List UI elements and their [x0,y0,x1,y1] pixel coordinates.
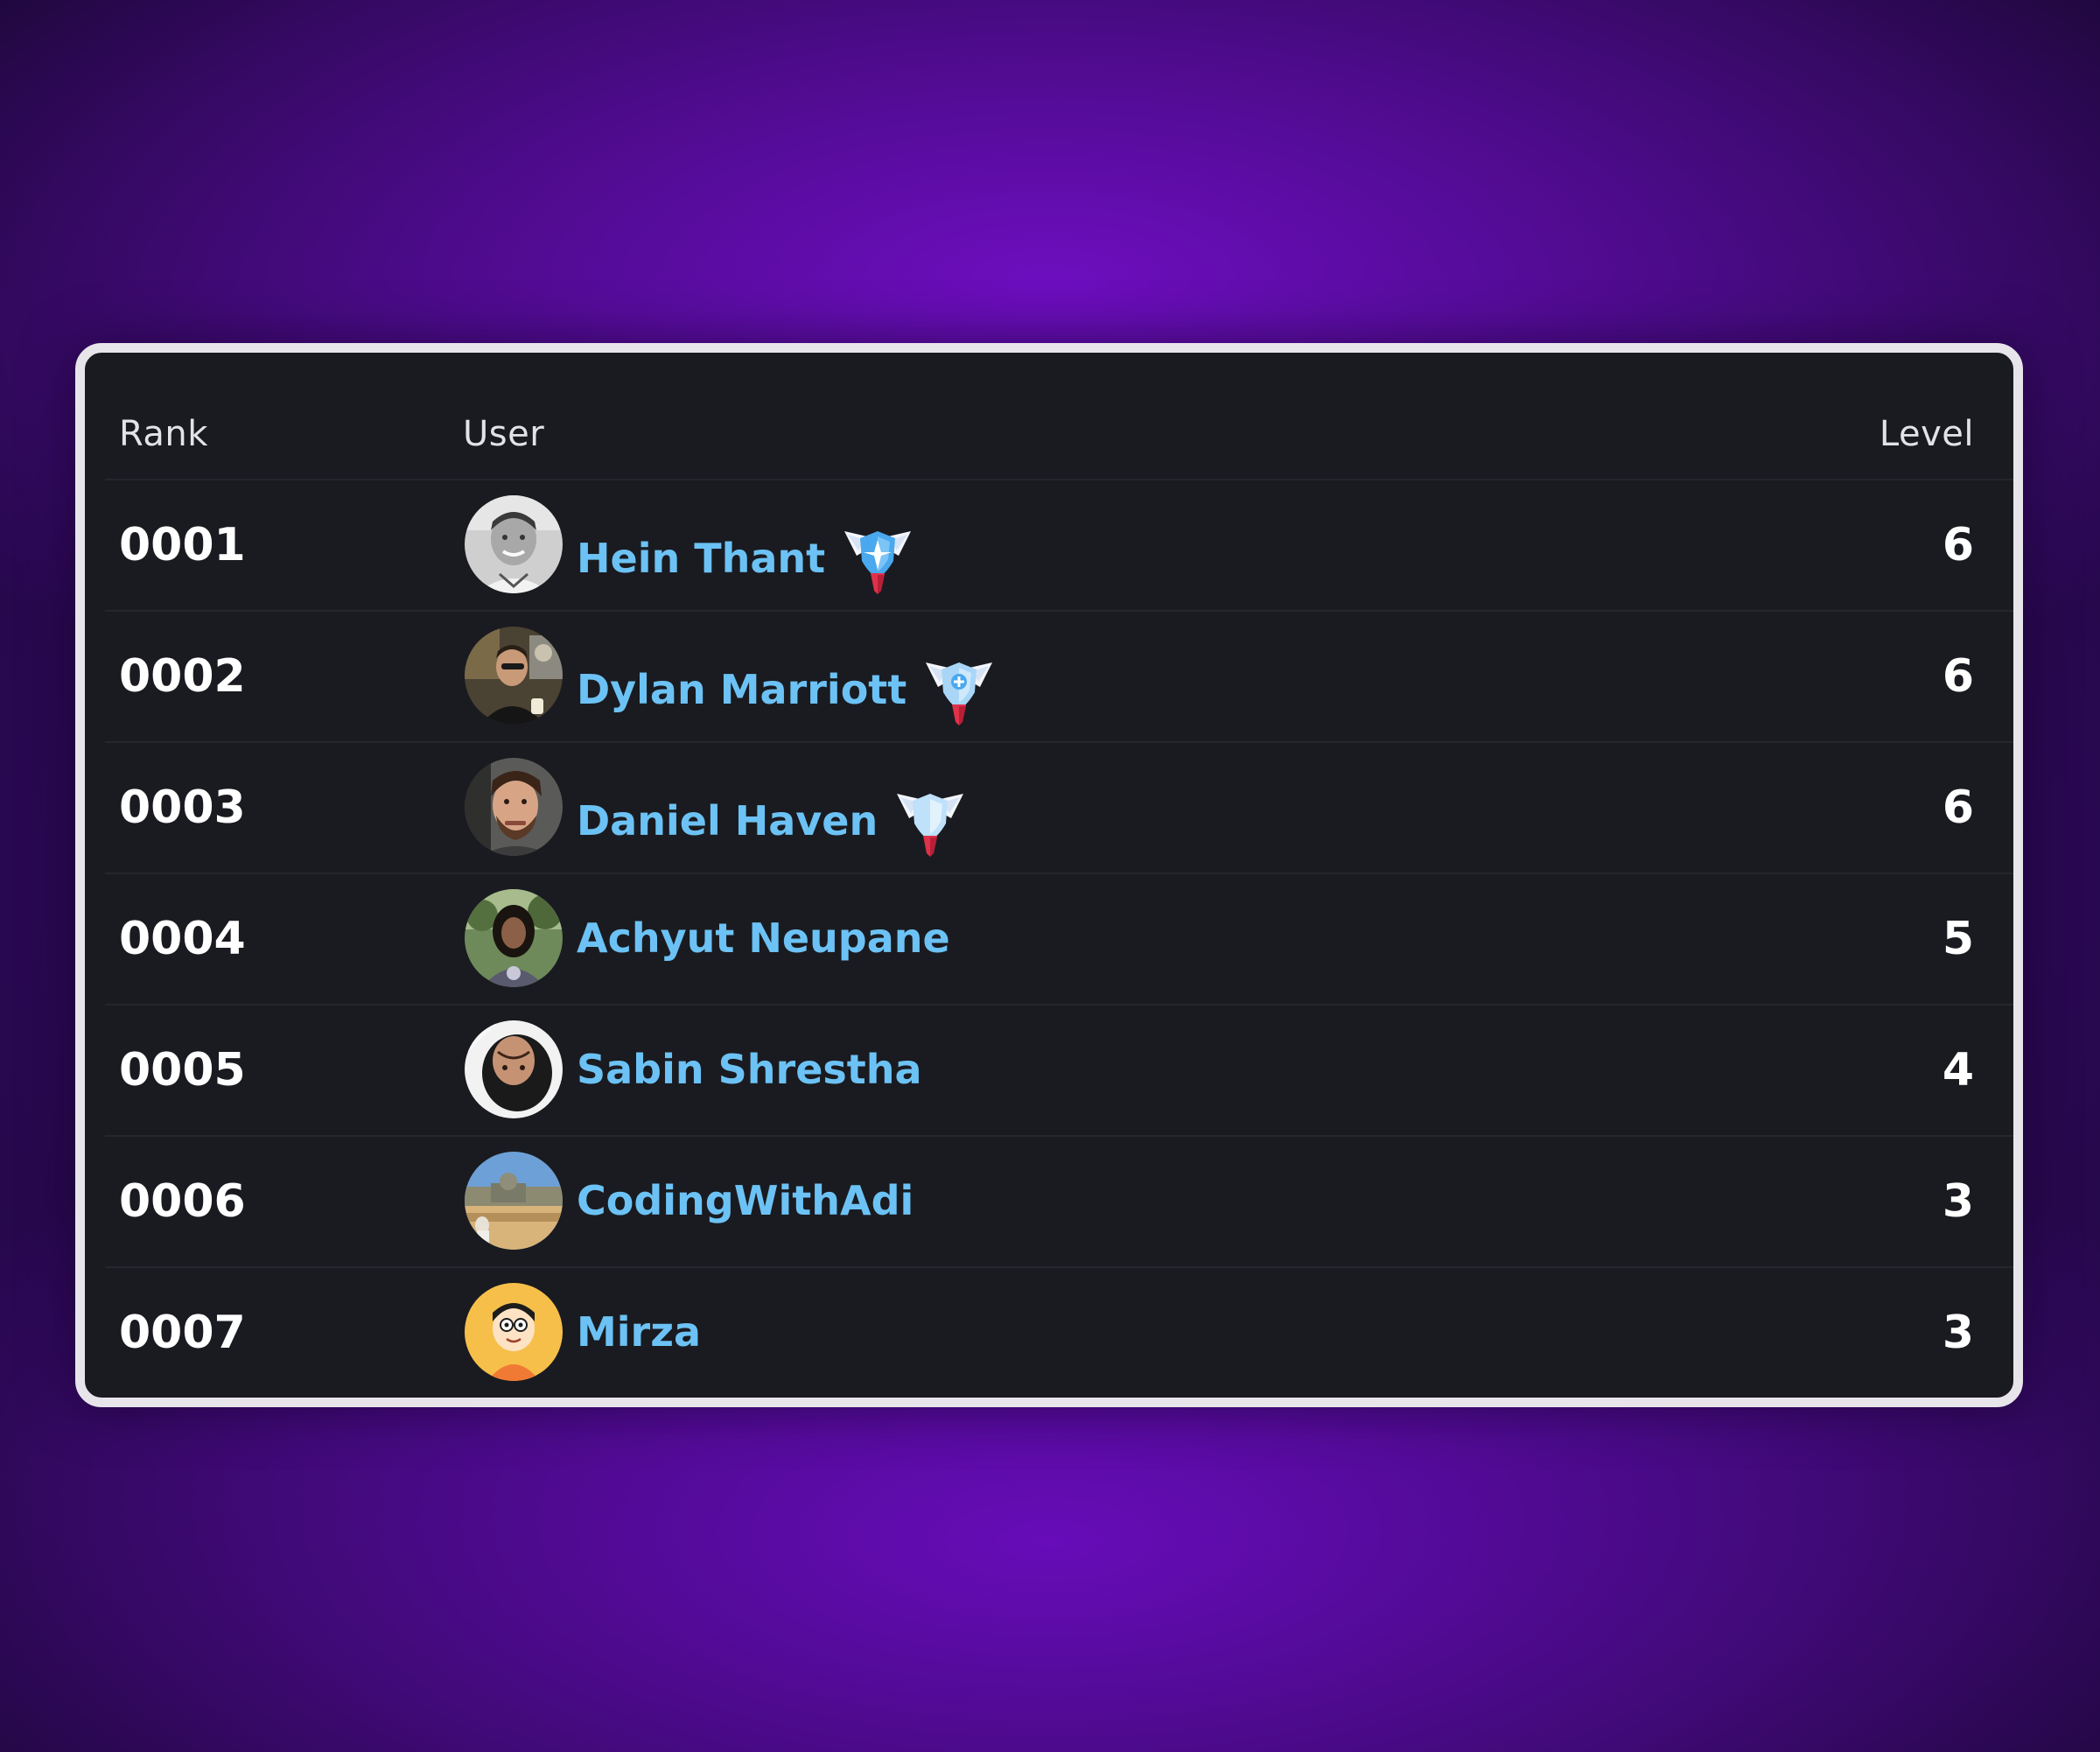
username-link[interactable]: Hein Thant [577,521,914,596]
table-row[interactable]: 0002 Dylan Marriott 6 [105,612,2013,743]
winged-shield-badge-icon [841,526,914,596]
table-row[interactable]: 0006 CodingWithAdi 3 [105,1137,2013,1268]
username-link[interactable]: Sabin Shrestha [577,1046,922,1093]
rank-cell: 0004 [119,913,246,965]
table-row[interactable]: 0007 Mirza 3 [105,1268,2013,1398]
avatar[interactable] [465,495,563,593]
table-row[interactable]: 0003 Daniel Haven 6 [105,743,2013,874]
table-row[interactable]: 0005 Sabin Shrestha 4 [105,1006,2013,1137]
avatar[interactable] [465,889,563,987]
avatar[interactable] [465,1020,563,1118]
winged-shield-badge-icon [922,657,996,727]
rank-cell: 0007 [119,1307,246,1359]
rank-cell: 0006 [119,1175,246,1228]
username-link[interactable]: Mirza [577,1308,701,1356]
winged-shield-badge-icon [893,788,967,858]
table-row[interactable]: 0004 Achyut Neupane 5 [105,874,2013,1006]
username-text[interactable]: Sabin Shrestha [577,1046,922,1093]
leaderboard-panel: Rank User Level 0001 Hein Thant 6 0002 D… [75,343,2023,1407]
header-user: User [463,414,545,454]
avatar[interactable] [465,1283,563,1381]
avatar[interactable] [465,627,563,725]
username-text[interactable]: CodingWithAdi [577,1177,914,1224]
rank-cell: 0005 [119,1044,246,1097]
level-cell: 3 [1942,1175,1974,1228]
level-cell: 6 [1942,519,1974,571]
username-link[interactable]: Dylan Marriott [577,652,996,727]
username-text[interactable]: Mirza [577,1308,701,1356]
level-cell: 6 [1942,650,1974,703]
rank-cell: 0003 [119,781,246,834]
table-row[interactable]: 0001 Hein Thant 6 [105,480,2013,612]
header-level: Level [1879,414,1974,454]
username-text[interactable]: Achyut Neupane [577,915,950,962]
header-rank: Rank [119,414,208,454]
avatar[interactable] [465,1152,563,1250]
username-link[interactable]: CodingWithAdi [577,1177,914,1224]
rank-cell: 0001 [119,519,246,571]
leaderboard-table: Rank User Level 0001 Hein Thant 6 0002 D… [105,353,2013,1398]
level-cell: 6 [1942,781,1974,834]
table-header: Rank User Level [105,353,2013,480]
username-link[interactable]: Achyut Neupane [577,915,950,962]
level-cell: 5 [1942,913,1974,965]
level-cell: 4 [1942,1044,1974,1097]
username-text[interactable]: Dylan Marriott [577,666,906,713]
username-link[interactable]: Daniel Haven [577,783,967,858]
rank-cell: 0002 [119,650,246,703]
username-text[interactable]: Daniel Haven [577,797,878,844]
username-text[interactable]: Hein Thant [577,535,825,582]
level-cell: 3 [1942,1307,1974,1359]
avatar[interactable] [465,758,563,856]
